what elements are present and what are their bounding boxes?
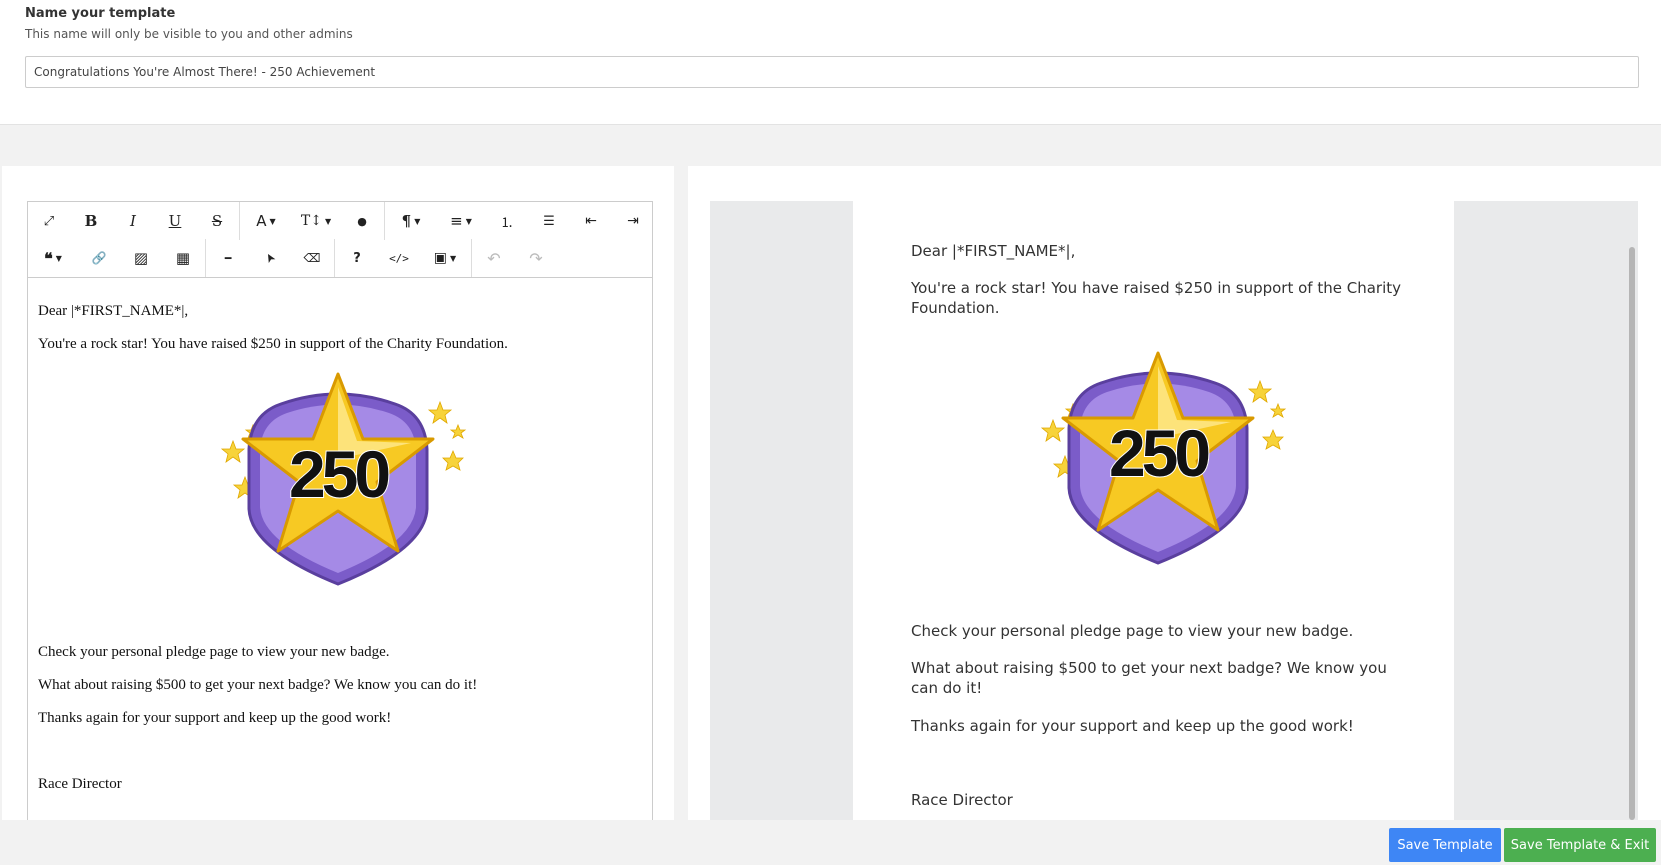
quote-icon: ❝ bbox=[44, 248, 53, 268]
editor-paragraph-1: You're a rock star! You have raised $250… bbox=[38, 336, 508, 352]
preview-badge-number: 250 bbox=[1109, 416, 1208, 490]
save-template-button[interactable]: Save Template bbox=[1389, 828, 1501, 862]
font-size-icon: T↕ bbox=[300, 213, 322, 229]
toolbar-row-1: ⤢ B I U S A ▼ T↕ ▼ ● ¶ ▼ ≡ ▼ ⒈ ☰ ⇤ ⇥ bbox=[28, 202, 652, 240]
editor-paragraph-4: Thanks again for your support and keep u… bbox=[38, 710, 392, 726]
indent-icon: ⇥ bbox=[627, 213, 639, 229]
unordered-list-icon: ☰ bbox=[543, 213, 555, 229]
code-view-button[interactable]: </> bbox=[378, 242, 420, 274]
email-preview-frame: Dear |*FIRST_NAME*|, You're a rock star!… bbox=[710, 201, 1638, 820]
preview-card: Dear |*FIRST_NAME*|, You're a rock star!… bbox=[688, 166, 1661, 820]
preview-scroll-thumb[interactable] bbox=[1629, 247, 1635, 820]
preview-scrollbar[interactable] bbox=[1628, 247, 1636, 820]
preview-signature: Race Director bbox=[911, 791, 1013, 809]
align-dropdown[interactable]: ≡ ▼ bbox=[436, 205, 486, 237]
footer-bar: Save Template Save Template & Exit bbox=[0, 820, 1661, 865]
strikethrough-button[interactable]: S bbox=[196, 205, 238, 237]
outdent-button[interactable]: ⇤ bbox=[570, 205, 612, 237]
editor-toolbar: ⤢ B I U S A ▼ T↕ ▼ ● ¶ ▼ ≡ ▼ ⒈ ☰ ⇤ ⇥ ❝ ▼ 🔗 ▨ bbox=[28, 202, 652, 278]
insert-image-button[interactable]: ▨ bbox=[120, 242, 162, 274]
quote-dropdown[interactable]: ❝ ▼ bbox=[28, 242, 78, 274]
image-icon: ▨ bbox=[133, 249, 149, 267]
font-family-icon: A bbox=[256, 212, 267, 230]
help-button[interactable]: ? bbox=[336, 242, 378, 274]
chevron-down-icon: ▼ bbox=[324, 216, 332, 226]
chevron-down-icon: ▼ bbox=[465, 216, 472, 226]
link-icon: 🔗 bbox=[91, 251, 107, 265]
preview-paragraph-4: Thanks again for your support and keep u… bbox=[911, 717, 1354, 735]
font-family-dropdown[interactable]: A ▼ bbox=[241, 205, 291, 237]
outdent-icon: ⇤ bbox=[585, 213, 597, 229]
redo-icon: ↷ bbox=[529, 248, 543, 268]
paragraph-format-icon: ¶ bbox=[401, 212, 412, 230]
clear-formatting-button[interactable]: ⌫ bbox=[291, 242, 333, 274]
editor-signature: Race Director bbox=[38, 776, 122, 792]
email-preview-page: Dear |*FIRST_NAME*|, You're a rock star!… bbox=[853, 201, 1454, 820]
bold-icon: B bbox=[84, 212, 98, 230]
preview-paragraph-1: You're a rock star! You have raised $250… bbox=[911, 279, 1401, 318]
merge-tags-icon: ▣ bbox=[433, 250, 448, 266]
link-button[interactable]: 🔗 bbox=[78, 242, 120, 274]
ordered-list-icon: ⒈ bbox=[500, 215, 514, 231]
ordered-list-button[interactable]: ⒈ bbox=[486, 205, 528, 237]
underline-button[interactable]: U bbox=[154, 205, 196, 237]
chevron-down-icon: ▼ bbox=[55, 253, 62, 263]
editor-card: ⤢ B I U S A ▼ T↕ ▼ ● ¶ ▼ ≡ ▼ ⒈ ☰ ⇤ ⇥ ❝ ▼ 🔗 ▨ bbox=[2, 166, 674, 820]
clear-format-icon: ⌫ bbox=[303, 251, 321, 265]
italic-button[interactable]: I bbox=[112, 205, 154, 237]
editor-content[interactable]: Dear |*FIRST_NAME*|, You're a rock star!… bbox=[28, 279, 652, 820]
align-icon: ≡ bbox=[450, 212, 463, 230]
preview-paragraph-2: Check your personal pledge page to view … bbox=[911, 622, 1354, 640]
redo-button[interactable]: ↷ bbox=[515, 242, 557, 274]
template-name-help: This name will only be visible to you an… bbox=[25, 27, 353, 41]
bold-button[interactable]: B bbox=[70, 205, 112, 237]
chevron-down-icon: ▼ bbox=[269, 216, 276, 226]
fullscreen-button[interactable]: ⤢ bbox=[28, 205, 70, 237]
strikethrough-icon: S bbox=[211, 212, 223, 230]
template-name-label: Name your template bbox=[25, 6, 176, 21]
text-color-button[interactable]: ● bbox=[341, 205, 383, 237]
color-icon: ● bbox=[357, 214, 367, 228]
chevron-down-icon: ▼ bbox=[450, 253, 457, 263]
toolbar-separator bbox=[205, 239, 206, 277]
preview-paragraph-3: What about raising $500 to get your next… bbox=[911, 659, 1387, 698]
merge-tags-dropdown[interactable]: ▣ ▼ bbox=[420, 242, 470, 274]
chevron-down-icon: ▼ bbox=[414, 216, 421, 226]
toolbar-separator bbox=[334, 239, 335, 277]
editor-paragraph-2: Check your personal pledge page to view … bbox=[38, 644, 390, 660]
badge-image[interactable]: 250 bbox=[203, 369, 473, 599]
help-icon: ? bbox=[353, 250, 361, 266]
save-template-exit-button[interactable]: Save Template & Exit bbox=[1504, 828, 1656, 862]
horizontal-line-button[interactable]: ━ bbox=[207, 242, 249, 274]
template-name-panel: Name your template This name will only b… bbox=[0, 0, 1661, 125]
italic-icon: I bbox=[130, 212, 136, 230]
toolbar-separator bbox=[239, 202, 240, 240]
paragraph-format-dropdown[interactable]: ¶ ▼ bbox=[386, 205, 436, 237]
toolbar-separator bbox=[384, 202, 385, 240]
insert-table-button[interactable]: ▦ bbox=[162, 242, 204, 274]
table-icon: ▦ bbox=[175, 249, 191, 267]
editor-greeting: Dear |*FIRST_NAME*|, bbox=[38, 303, 189, 319]
select-all-button[interactable]: ➤ bbox=[249, 242, 291, 274]
editor-paragraph-3: What about raising $500 to get your next… bbox=[38, 677, 478, 693]
fullscreen-icon: ⤢ bbox=[43, 213, 55, 229]
font-size-dropdown[interactable]: T↕ ▼ bbox=[291, 205, 341, 237]
toolbar-row-2: ❝ ▼ 🔗 ▨ ▦ ━ ➤ ⌫ ? </> ▣ ▼ ↶ ↷ bbox=[28, 239, 557, 277]
horizontal-line-icon: ━ bbox=[224, 251, 232, 265]
underline-icon: U bbox=[168, 212, 182, 230]
undo-icon: ↶ bbox=[487, 248, 501, 268]
unordered-list-button[interactable]: ☰ bbox=[528, 205, 570, 237]
select-icon: ➤ bbox=[261, 250, 279, 266]
template-name-input[interactable] bbox=[25, 56, 1639, 88]
preview-badge-image: 250 bbox=[1040, 351, 1287, 565]
preview-greeting: Dear |*FIRST_NAME*|, bbox=[911, 242, 1076, 260]
badge-number: 250 bbox=[289, 437, 388, 511]
indent-button[interactable]: ⇥ bbox=[612, 205, 652, 237]
code-view-icon: </> bbox=[389, 251, 409, 265]
rich-text-editor: ⤢ B I U S A ▼ T↕ ▼ ● ¶ ▼ ≡ ▼ ⒈ ☰ ⇤ ⇥ ❝ ▼ 🔗 ▨ bbox=[27, 201, 653, 820]
undo-button[interactable]: ↶ bbox=[473, 242, 515, 274]
toolbar-separator bbox=[471, 239, 472, 277]
